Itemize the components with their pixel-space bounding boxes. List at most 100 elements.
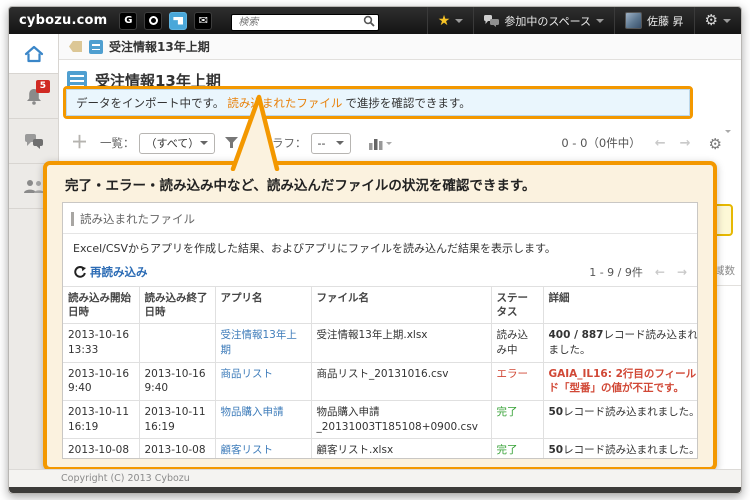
- breadcrumb-app-label[interactable]: 受注情報13年上期: [109, 38, 210, 55]
- detail-strong: 50: [549, 444, 564, 456]
- chat-bubbles-icon: [24, 133, 44, 149]
- office-app-icon[interactable]: [144, 12, 162, 30]
- app-link[interactable]: 物品購入申請: [215, 401, 311, 439]
- table-row: 2013-10-11 16:19 2013-10-11 16:19 物品購入申請…: [63, 401, 698, 439]
- detail-cell: 400 / 887レコード読み込まれました。: [543, 324, 698, 362]
- add-record-icon[interactable]: ＋: [71, 135, 88, 152]
- file-name-cell: 受注情報13年上期.xlsx: [311, 324, 491, 362]
- detail-strong: 400 / 887: [549, 329, 604, 341]
- loaded-files-panel: 読み込まれたファイル Excel/CSVからアプリを作成した結果、およびアプリに…: [62, 202, 698, 459]
- circle-icon: [149, 16, 158, 25]
- notification-badge: 5: [36, 80, 50, 93]
- user-menu[interactable]: 佐藤 昇: [614, 7, 694, 34]
- kintone-app-icon[interactable]: [169, 12, 187, 30]
- banner-text-before: データをインポート中です。: [76, 95, 224, 111]
- detail-cell: 50レコード読み込まれました。: [543, 439, 698, 459]
- col-start-time: 読み込み開始日時: [63, 287, 139, 324]
- breadcrumb: 受注情報13年上期: [59, 34, 741, 60]
- callout-pointer-icon: [219, 91, 289, 171]
- settings-menu[interactable]: ⚙: [694, 7, 741, 34]
- loaded-files-table: 読み込み開始日時 読み込み終了日時 アプリ名 ファイル名 ステータス 詳細 20…: [63, 286, 698, 459]
- footer: Copyright (C) 2013 Cybozu: [9, 469, 741, 487]
- avatar: [625, 12, 642, 29]
- app-icon[interactable]: [89, 40, 103, 54]
- end-time-cell: [139, 324, 215, 362]
- file-name-cell: 物品購入申請_20131003T185108+0900.csv: [311, 401, 491, 439]
- reload-button[interactable]: 再読み込み: [73, 264, 148, 280]
- end-time-cell: 2013-10-11 16:19: [139, 401, 215, 439]
- gear-icon: ⚙: [705, 13, 718, 28]
- next-page-icon[interactable]: →: [677, 265, 687, 279]
- search-box: [231, 10, 379, 31]
- app-link[interactable]: 商品リスト: [215, 362, 311, 400]
- start-time-cell: 2013-10-11 16:19: [63, 401, 139, 439]
- browser-window: cybozu.com G ✉ ★ 参加中のスペース 佐藤 昇 ⚙: [8, 6, 742, 494]
- end-time-cell: 2013-10-08 14:21: [139, 439, 215, 459]
- import-status-banner: データをインポート中です。読み込まれたファイル で進捗を確認できます。: [66, 89, 690, 116]
- section-marker: [71, 212, 74, 226]
- chevron-down-icon: [723, 19, 731, 23]
- col-status: ステータス: [491, 287, 543, 324]
- sidebar-item-notifications[interactable]: 5: [9, 74, 58, 119]
- sidebar-item-messages[interactable]: [9, 119, 58, 164]
- start-time-cell: 2013-10-16 13:33: [63, 324, 139, 362]
- detail-text: GAIA_IL16: 2行目のフィールド「型番」の値が不正です。: [549, 368, 697, 395]
- envelope-icon: ✉: [199, 14, 208, 27]
- prev-page-icon[interactable]: ←: [655, 265, 665, 279]
- mail-app-icon[interactable]: ✉: [194, 12, 212, 30]
- record-range: 0 - 0（0件中）: [561, 135, 640, 151]
- background-partial-text: 域数: [714, 263, 735, 278]
- banner-text-after: で進捗を確認できます。: [345, 95, 470, 111]
- prev-page-icon[interactable]: ←: [655, 136, 666, 151]
- detail-cell: 50レコード読み込まれました。: [543, 401, 698, 439]
- reload-row: 再読み込み 1 - 9 / 9件 ← →: [73, 264, 687, 280]
- col-detail: 詳細: [543, 287, 698, 324]
- file-name-cell: 商品リスト_20131016.csv: [311, 362, 491, 400]
- detail-text: レコード読み込まれました。: [563, 444, 698, 456]
- search-icon[interactable]: [363, 12, 375, 31]
- files-range: 1 - 9 / 9件: [589, 264, 643, 280]
- list-label: 一覧：: [100, 135, 135, 151]
- speech-bubbles-icon: [484, 15, 499, 27]
- favorites-menu[interactable]: ★: [427, 7, 474, 34]
- detail-cell: GAIA_IL16: 2行目のフィールド「型番」の値が不正です。: [543, 362, 698, 400]
- list-select[interactable]: （すべて）: [139, 133, 215, 154]
- detail-text: レコード読み込まれました。: [563, 406, 698, 418]
- copyright-text: Copyright (C) 2013 Cybozu: [61, 473, 190, 484]
- cybozu-logo: cybozu.com: [19, 13, 107, 28]
- status-cell: エラー: [491, 362, 543, 400]
- chevron-down-icon: [596, 19, 604, 23]
- next-page-icon[interactable]: →: [680, 136, 691, 151]
- garoon-app-icon[interactable]: G: [119, 12, 137, 30]
- kintone-glyph-icon: [173, 17, 183, 25]
- status-cell: 完了: [491, 401, 543, 439]
- section-header: 読み込まれたファイル: [71, 209, 687, 229]
- col-end-time: 読み込み終了日時: [139, 287, 215, 324]
- start-time-cell: 2013-10-16 9:40: [63, 362, 139, 400]
- section-divider: [63, 233, 697, 234]
- back-tag-icon[interactable]: [69, 41, 82, 52]
- table-row: 2013-10-08 14:21 2013-10-08 14:21 顧客リスト …: [63, 439, 698, 459]
- view-toolbar: ＋ 一覧： （すべて） グラフ： -- 0 - 0（0件中） ← → ⚙: [59, 128, 731, 158]
- spaces-menu[interactable]: 参加中のスペース: [473, 7, 614, 34]
- app-link[interactable]: 受注情報13年上期: [215, 324, 311, 362]
- window-bottom-strip: [9, 487, 741, 493]
- status-cell: 読み込み中: [491, 324, 543, 362]
- table-row: 2013-10-16 9:40 2013-10-16 9:40 商品リスト 商品…: [63, 362, 698, 400]
- chevron-down-icon: [336, 141, 344, 145]
- chart-button[interactable]: [369, 137, 392, 150]
- search-input[interactable]: [231, 14, 379, 31]
- sidebar-item-home[interactable]: [9, 34, 58, 74]
- col-file-name: ファイル名: [311, 287, 491, 324]
- bar-chart-icon: [369, 137, 383, 150]
- annotation-highlight-rect: データをインポート中です。読み込まれたファイル で進捗を確認できます。: [63, 86, 693, 119]
- end-time-cell: 2013-10-16 9:40: [139, 362, 215, 400]
- help-callout: 完了・エラー・読み込み中など、読み込んだファイルの状況を確認できます。 読み込ま…: [43, 161, 717, 471]
- col-app-name: アプリ名: [215, 287, 311, 324]
- status-cell: 完了: [491, 439, 543, 459]
- chevron-down-icon: [725, 130, 731, 151]
- panel-description: Excel/CSVからアプリを作成した結果、およびアプリにファイルを読み込んだ結…: [73, 240, 687, 256]
- graph-select[interactable]: --: [311, 133, 351, 154]
- app-link[interactable]: 顧客リスト: [215, 439, 311, 459]
- view-settings-button[interactable]: ⚙: [709, 135, 731, 152]
